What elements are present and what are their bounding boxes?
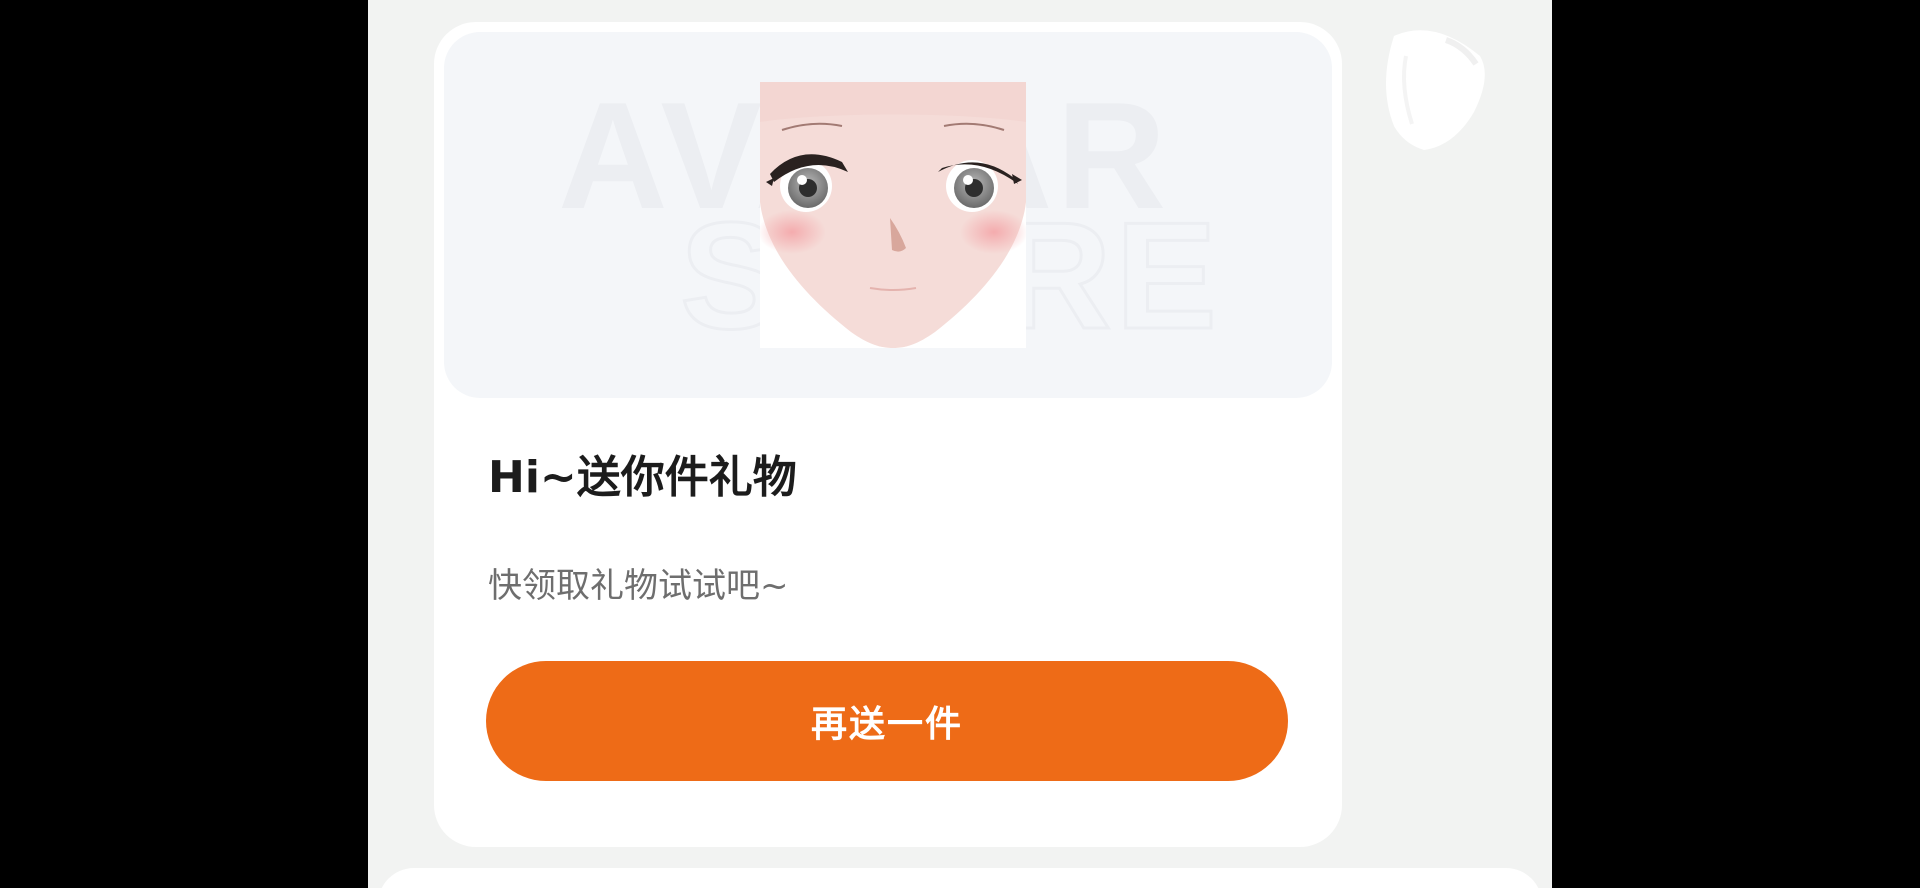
gift-item-image[interactable]	[760, 82, 1026, 348]
card-title: Hi~送你件礼物	[488, 452, 797, 503]
gift-preview-panel: AVATAR STORE	[444, 32, 1332, 398]
next-card	[378, 868, 1542, 888]
gift-card: AVATAR STORE	[434, 22, 1342, 847]
card-subtitle: 快领取礼物试试吧~	[488, 566, 789, 606]
anime-face-icon	[760, 82, 1026, 348]
app-screen: AVATAR STORE	[368, 0, 1552, 888]
gift-ribbon-icon	[1364, 16, 1504, 156]
send-again-button[interactable]: 再送一件	[486, 661, 1288, 781]
